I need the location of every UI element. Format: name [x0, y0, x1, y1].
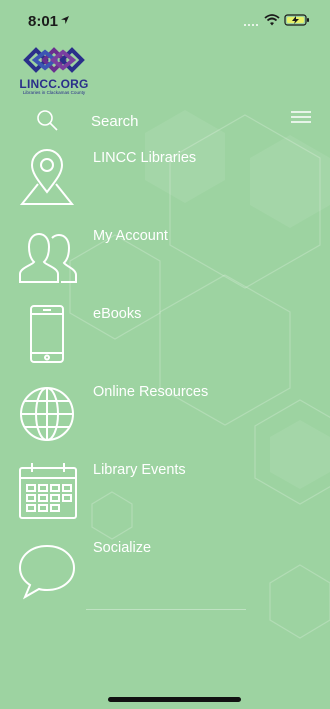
- menu-item-my-account[interactable]: My Account: [0, 216, 330, 294]
- menu-item-online-resources[interactable]: Online Resources: [0, 372, 330, 450]
- menu-item-socialize[interactable]: Socialize: [0, 528, 330, 606]
- tablet-icon: [30, 305, 64, 363]
- location-arrow-icon: [61, 16, 69, 24]
- menu-divider: [86, 609, 246, 610]
- hamburger-menu-icon[interactable]: [290, 110, 312, 126]
- menu-item-label: LINCC Libraries: [93, 150, 197, 166]
- home-indicator[interactable]: [108, 697, 241, 702]
- menu-item-library-events[interactable]: Library Events: [0, 450, 330, 528]
- search-icon[interactable]: [35, 108, 61, 134]
- menu-item-label: Socialize: [93, 540, 152, 556]
- lincc-logo-mark: [23, 47, 85, 73]
- menu-item-label: eBooks: [93, 306, 142, 322]
- status-bar: 8:01: [0, 0, 330, 40]
- logo-subtitle: Libraries in Clackamas County: [22, 90, 86, 95]
- battery-charging-icon: [284, 14, 309, 26]
- search-label[interactable]: Search: [91, 113, 139, 130]
- menu-item-ebooks[interactable]: eBooks: [0, 294, 330, 372]
- menu-item-label: Library Events: [93, 462, 186, 478]
- users-icon: [19, 232, 77, 283]
- search-row[interactable]: Search: [0, 106, 330, 136]
- location-pin-icon: [19, 149, 75, 205]
- wifi-icon: [264, 14, 280, 26]
- menu-item-lincc-libraries[interactable]: LINCC Libraries: [0, 138, 330, 216]
- status-time: 8:01: [28, 13, 59, 30]
- app-screen: 8:01 LINCC.ORG Libraries in Clackamas Co…: [0, 0, 330, 709]
- lincc-logo: LINCC.ORG Libraries in Clackamas County: [12, 44, 96, 100]
- globe-icon: [20, 387, 74, 441]
- signal-icon: [244, 24, 258, 26]
- calendar-icon: [19, 463, 77, 519]
- chat-bubble-icon: [18, 544, 76, 600]
- menu-item-label: Online Resources: [93, 384, 209, 400]
- menu-item-label: My Account: [93, 228, 168, 244]
- logo-title: LINCC.ORG: [19, 77, 89, 91]
